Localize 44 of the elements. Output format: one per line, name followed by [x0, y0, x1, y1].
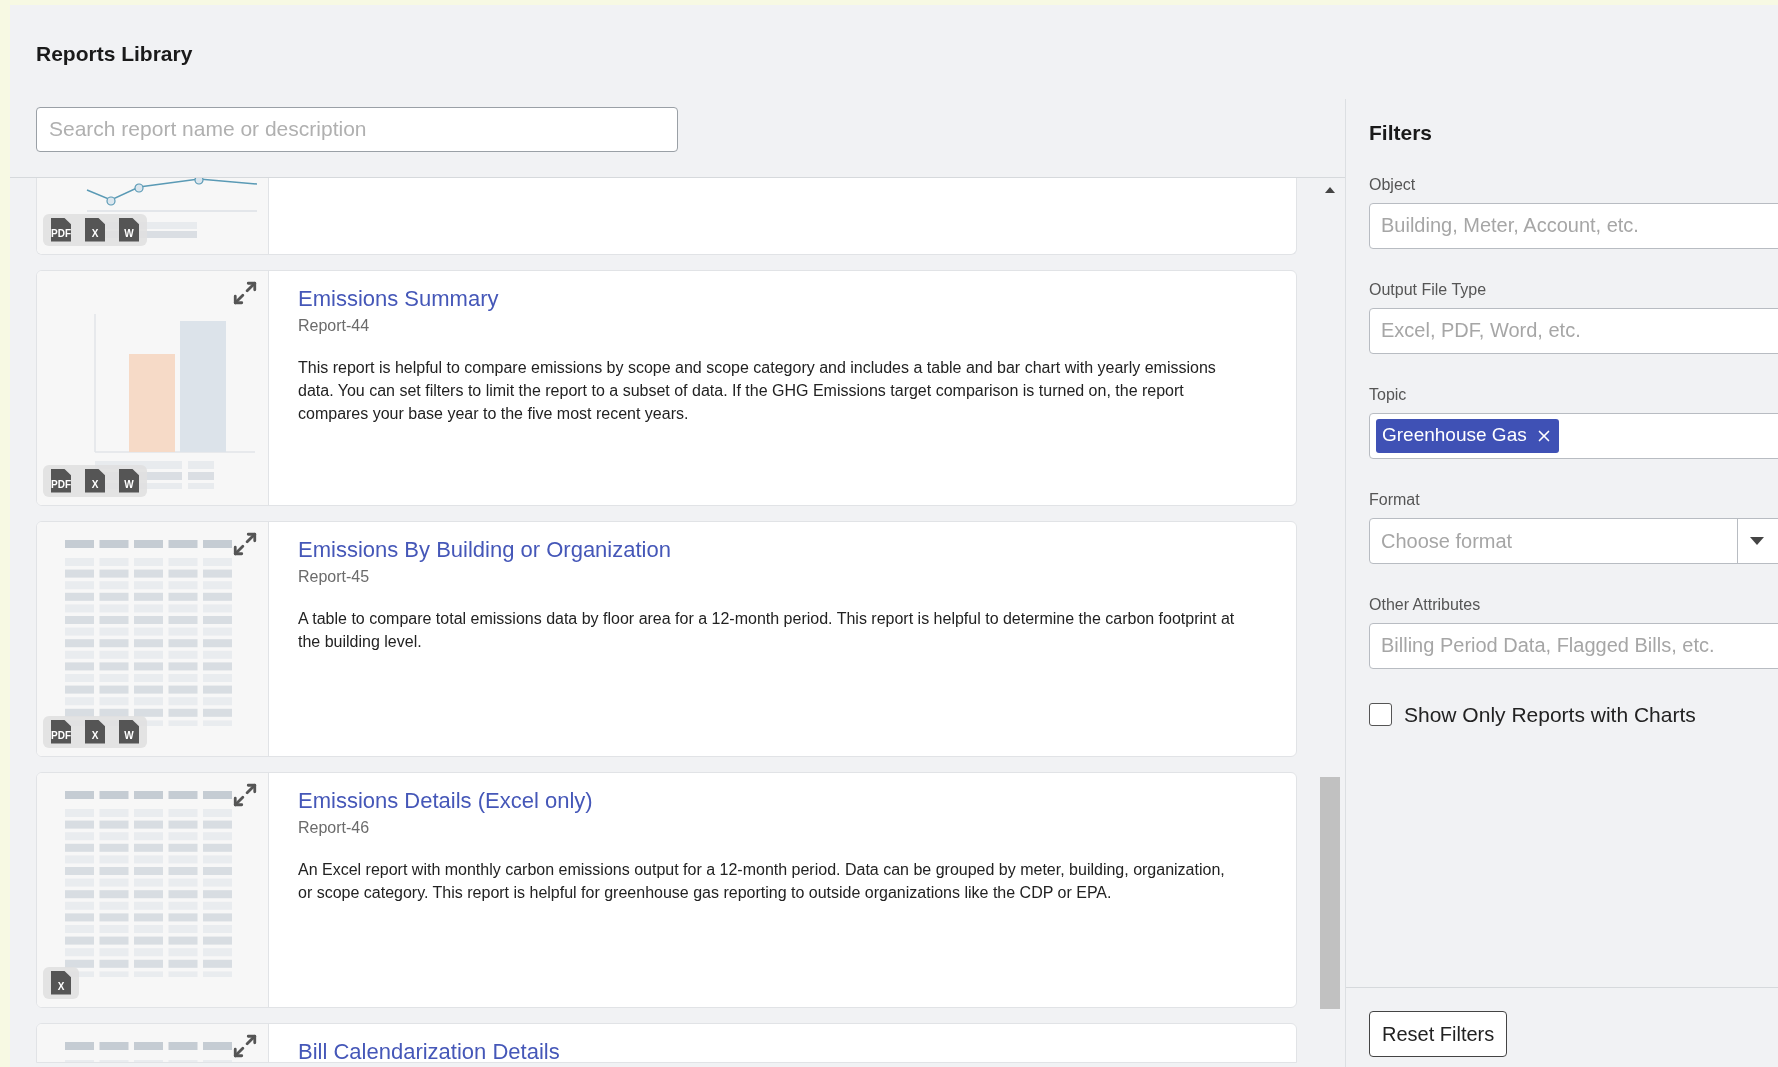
report-description: An Excel report with monthly carbon emissions output for a 12-month period. Data can be grouped by meter, building, organization, or scope category. This report is helpful for greenhouse gas reporting to outside organizations like the CDP or EPA. — [298, 859, 1226, 903]
file-type-icon[interactable]: W — [119, 217, 139, 242]
filter-label: Format — [1369, 489, 1420, 510]
report-card[interactable] — [36, 269, 1297, 506]
checkbox[interactable] — [1369, 702, 1392, 726]
scrollbar-thumb[interactable] — [1320, 777, 1340, 1009]
page-title: Reports Library — [36, 41, 193, 67]
topic-tag[interactable]: Greenhouse Gas — [1376, 418, 1559, 453]
file-type-icon[interactable]: X — [85, 217, 105, 242]
scroll-up-arrow-icon[interactable] — [1325, 186, 1335, 193]
search-field[interactable]: Search report name or description — [36, 106, 678, 152]
filter-label: Topic — [1369, 384, 1407, 405]
file-type-icon[interactable]: PDF — [51, 468, 71, 493]
report-id: Report-46 — [298, 817, 370, 838]
report-id: Report-44 — [298, 315, 370, 336]
checkbox-label[interactable]: Show Only Reports with Charts — [1404, 698, 1696, 730]
report-title-link[interactable]: Emissions Details (Excel only) — [298, 786, 593, 815]
filter-label: Other Attributes — [1369, 594, 1481, 615]
report-card[interactable] — [36, 771, 1297, 1008]
report-title-link[interactable]: Bill Calendarization Details — [298, 1037, 560, 1062]
tag-input-field[interactable]: Greenhouse Gas — [1369, 412, 1778, 459]
file-type-icon[interactable]: X — [51, 970, 71, 995]
report-title-link[interactable]: Emissions Summary — [298, 284, 499, 313]
report-id: Report-45 — [298, 566, 370, 587]
file-type-icon[interactable]: X — [85, 719, 105, 744]
filter-input[interactable]: Billing Period Data, Flagged Bills, etc. — [1369, 622, 1778, 669]
filter-input[interactable]: Building, Meter, Account, etc. — [1369, 202, 1778, 249]
report-title-link[interactable]: Emissions By Building or Organization — [298, 535, 671, 564]
filter-label: Output File Type — [1369, 279, 1487, 300]
filter-input[interactable]: Excel, PDF, Word, etc. — [1369, 307, 1778, 354]
reset-filters-button[interactable]: Reset Filters — [1369, 1011, 1508, 1057]
report-card[interactable]: Bill Calendarization Details — [36, 1022, 1297, 1063]
report-description: This report is helpful to compare emissions by scope and scope category and includes a table and bar chart with yearly emissions data. You can set filters to limit the report to a subset of data. If the GHG Emissions target comparison is turned on, the report compares your base year to the five most recent years. — [298, 357, 1217, 424]
file-type-icon[interactable]: PDF — [51, 217, 71, 242]
file-type-icon[interactable]: PDF — [51, 719, 71, 744]
report-description: A table to compare total emissions data by floor area for a 12-month period. This report is helpful to determine the carbon footprint at the building level. — [298, 608, 1236, 652]
report-card[interactable] — [36, 520, 1297, 757]
filters-title: Filters — [1369, 120, 1433, 146]
file-type-icon[interactable]: X — [85, 468, 105, 493]
file-type-icon[interactable]: W — [119, 468, 139, 493]
filter-label: Object — [1369, 174, 1416, 195]
report-card[interactable]: PDF X W — [36, 177, 1297, 255]
caret-down-icon[interactable] — [1750, 536, 1764, 545]
file-type-icon[interactable]: W — [119, 719, 139, 744]
